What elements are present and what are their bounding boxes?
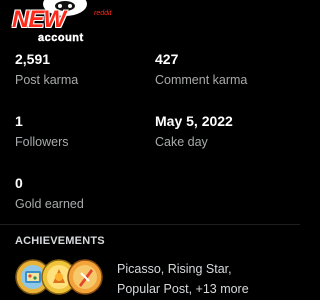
section-divider [0, 224, 300, 225]
cake-day-stat: May 5, 2022 Cake day [155, 112, 295, 151]
gold-earned-label: Gold earned [15, 197, 84, 211]
achievement-badges[interactable] [15, 259, 107, 297]
logo-reddit-text: reddit [94, 10, 112, 17]
gold-earned-stat: 0 Gold earned [15, 174, 155, 213]
achievements-line-2: Popular Post, +13 more [117, 282, 249, 296]
comment-karma-value: 427 [155, 51, 179, 67]
profile-stats-panel: NEW reddit account 2,591 Post karma 427 … [0, 0, 300, 300]
gold-earned-value: 0 [15, 175, 23, 191]
cake-day-value: May 5, 2022 [155, 113, 233, 129]
cake-day-label: Cake day [155, 135, 208, 149]
new-account-logo: NEW reddit account [10, 0, 115, 48]
popular-post-badge-icon [67, 259, 103, 295]
logo-account-text: account [38, 32, 84, 44]
achievements-summary[interactable]: Picasso, Rising Star, Popular Post, +13 … [117, 259, 292, 299]
comment-karma-label: Comment karma [155, 73, 248, 87]
achievements-heading: ACHIEVEMENTS [15, 235, 105, 247]
followers-stat[interactable]: 1 Followers [15, 112, 155, 151]
followers-value: 1 [15, 113, 23, 129]
post-karma-value: 2,591 [15, 51, 51, 67]
achievements-line-1: Picasso, Rising Star, [117, 262, 232, 276]
post-karma-label: Post karma [15, 73, 79, 87]
followers-label: Followers [15, 135, 69, 149]
post-karma-stat: 2,591 Post karma [15, 50, 155, 89]
logo-new-text: NEW [12, 6, 66, 33]
comment-karma-stat: 427 Comment karma [155, 50, 295, 89]
